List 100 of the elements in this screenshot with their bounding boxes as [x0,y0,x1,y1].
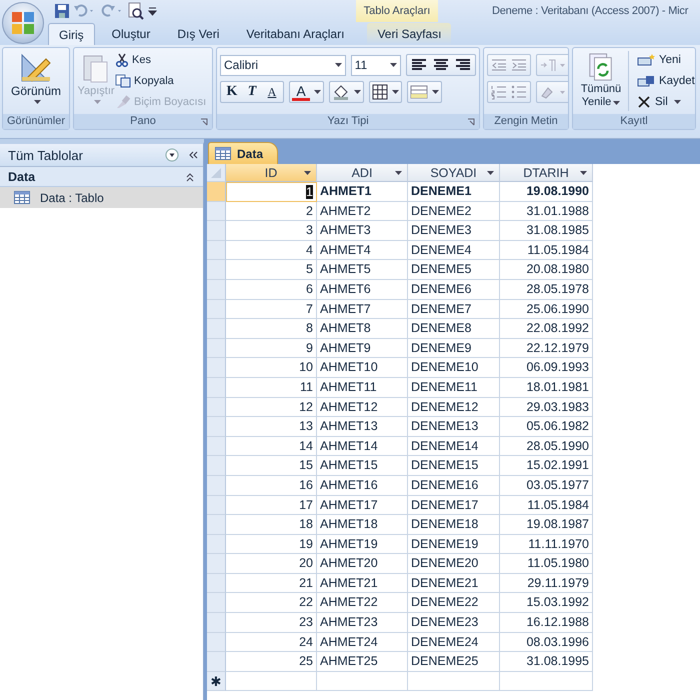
numbered-list-icon[interactable] [490,84,508,100]
dropdown-caret-icon[interactable] [395,171,402,175]
row-selector[interactable] [207,515,226,535]
new-record-cell[interactable] [408,672,500,692]
table-cell: DENEME16 [408,476,500,496]
dropdown-caret-icon[interactable] [354,90,361,94]
cut-button[interactable]: Kes [115,51,206,69]
delete-button[interactable]: Sil [635,93,695,111]
dropdown-caret-icon[interactable] [334,63,342,67]
fill-bucket-icon[interactable] [332,84,350,100]
dropdown-caret-icon[interactable] [432,90,439,94]
dropdown-caret-icon[interactable] [390,63,397,67]
table-cell: 11 [226,378,317,398]
refresh-all-button[interactable]: Tümünü Yenile [576,51,626,111]
nav-table-item[interactable]: Data : Tablo [0,187,203,208]
row-selector[interactable] [207,358,226,378]
table-cell: AHMET22 [317,593,408,614]
row-selector[interactable] [207,240,226,260]
row-selector[interactable] [207,476,226,496]
document-tab[interactable]: Data [208,142,278,164]
ribbon-tab[interactable]: Oluştur [102,23,160,45]
row-selector[interactable] [207,632,226,652]
paragraph-direction-icon[interactable] [539,57,567,73]
select-all-corner[interactable] [207,164,226,182]
table-cell: 11.05.1984 [500,496,593,516]
save-record-button[interactable]: Kaydet [635,72,695,90]
table-cell: DENEME17 [408,496,500,516]
table-cell: 22.08.1992 [500,319,593,339]
column-header[interactable]: DTARIH [500,164,593,182]
dropdown-caret-icon [674,100,681,104]
dropdown-circle-icon[interactable] [165,148,179,162]
row-selector[interactable] [207,574,226,594]
row-selector[interactable] [207,534,226,554]
ribbon-tab[interactable]: Giriş [48,23,95,45]
row-selector[interactable] [207,496,226,516]
office-button[interactable] [2,2,44,44]
ribbon-tab[interactable]: Dış Veri [167,23,230,45]
decrease-indent-icon[interactable] [490,57,508,73]
row-selector[interactable] [207,260,226,280]
bold-button[interactable]: K [223,84,241,100]
table-cell: 7 [226,300,317,320]
row-selector[interactable] [207,652,226,672]
save-icon[interactable] [54,3,70,19]
dropdown-caret-icon[interactable] [314,90,321,94]
group-label: Yazı Tipi [217,114,479,129]
bullet-list-icon[interactable] [510,84,528,100]
row-selector[interactable] [207,398,226,418]
column-header[interactable]: SOYADI [408,164,500,182]
brush-icon [115,95,131,109]
gridlines-icon[interactable] [372,84,388,100]
collapse-pane-icon[interactable] [187,149,199,161]
table-cell: DENEME2 [408,202,500,222]
print-preview-icon[interactable] [127,2,145,20]
new-record-button[interactable]: Yeni [635,51,695,69]
dropdown-caret-icon[interactable] [580,171,587,175]
row-selector[interactable] [207,378,226,398]
font-name-field[interactable]: Calibri [220,54,346,76]
row-selector[interactable] [207,338,226,358]
dropdown-caret-icon[interactable] [304,171,311,175]
row-selector[interactable] [207,436,226,456]
table-cell: AHMET14 [317,436,408,456]
row-selector[interactable] [207,319,226,339]
dialog-launcher-icon[interactable] [467,118,475,126]
table-cell: DENEME6 [408,280,500,300]
table-cell: AHMET8 [317,319,408,339]
row-selector[interactable] [207,182,226,202]
view-button[interactable]: Görünüm [8,51,64,111]
new-record-cell[interactable] [500,672,593,692]
table-cell: DENEME19 [408,534,500,554]
row-selector[interactable] [207,280,226,300]
font-size-field[interactable]: 11 [350,54,401,76]
new-record-cell[interactable] [226,672,317,692]
italic-button[interactable]: T [243,84,261,100]
ribbon-tab[interactable]: Veri Sayfası [367,23,452,45]
table-cell: DENEME25 [408,652,500,672]
dropdown-caret-icon[interactable] [392,90,399,94]
table-cell: 13 [226,417,317,437]
row-color-icon[interactable] [410,85,428,99]
column-header[interactable]: ID [226,164,317,182]
underline-button[interactable]: A [263,84,281,100]
row-selector[interactable] [207,456,226,476]
dropdown-caret-icon[interactable] [487,171,494,175]
collapse-group-icon[interactable] [185,172,195,182]
row-selector[interactable] [207,417,226,437]
row-selector[interactable] [207,300,226,320]
increase-indent-icon[interactable] [510,57,528,73]
new-record-cell[interactable] [317,672,408,692]
customize-arrow-icon[interactable] [148,6,157,16]
row-selector[interactable] [207,554,226,574]
row-selector[interactable] [207,202,226,222]
row-selector[interactable] [207,613,226,633]
row-selector[interactable] [207,221,226,241]
row-selector[interactable] [207,593,226,614]
ribbon-tab[interactable]: Veritabanı Araçları [236,23,354,45]
table-cell: AHMET3 [317,221,408,241]
column-header[interactable]: ADI [317,164,408,182]
dialog-launcher-icon[interactable] [200,118,208,126]
table-cell: 3 [226,221,317,241]
nav-group-title[interactable]: Data [8,170,36,184]
copy-button[interactable]: Kopyala [115,72,206,90]
